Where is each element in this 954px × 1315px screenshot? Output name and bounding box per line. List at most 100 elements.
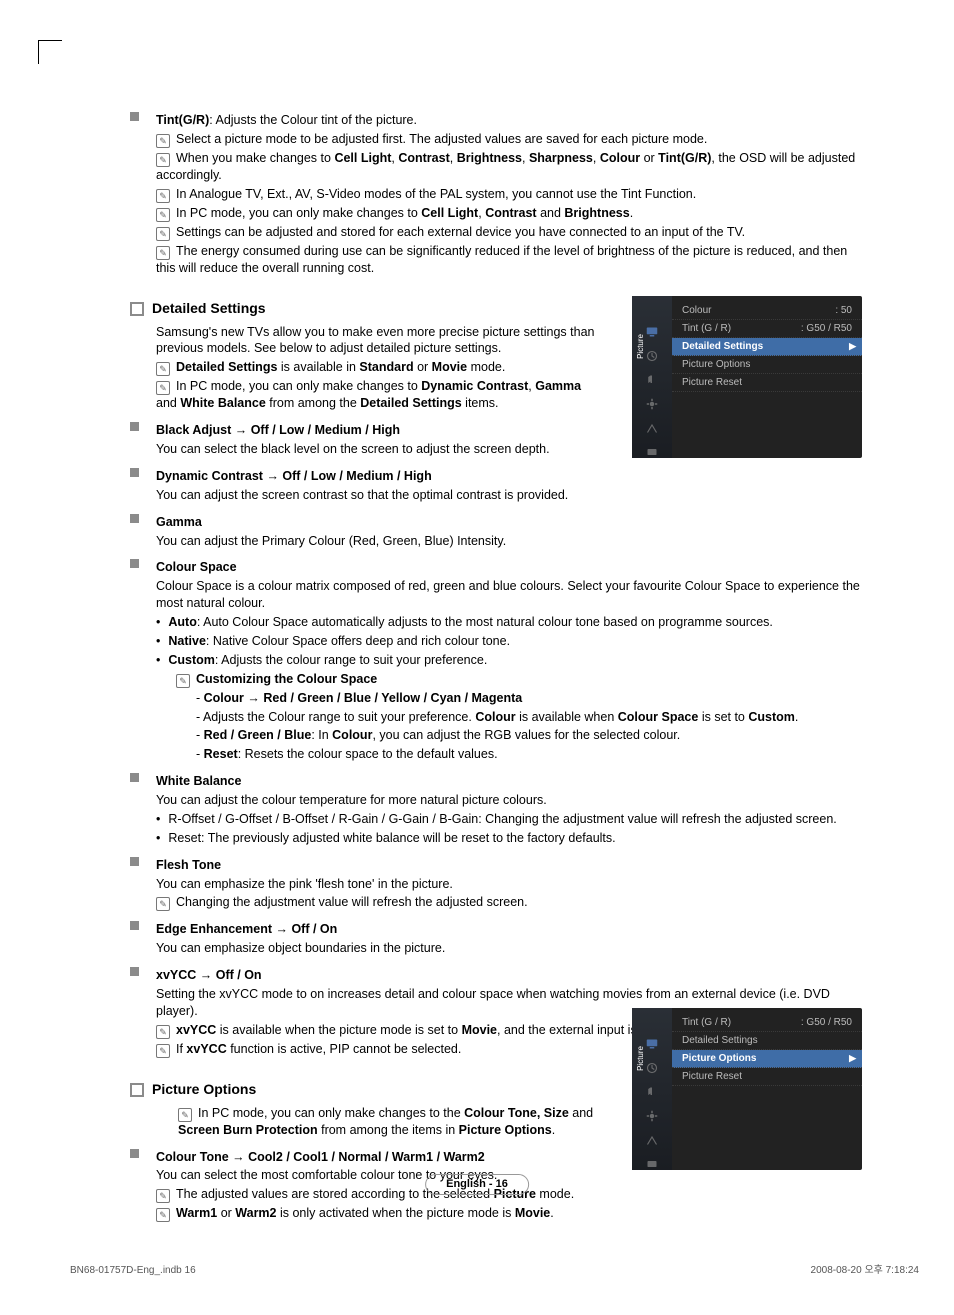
note: ✎When you make changes to Cell Light, Co… (156, 150, 864, 184)
section-bullet-icon (130, 302, 144, 316)
note: ✎In Analogue TV, Ext., AV, S-Video modes… (156, 186, 864, 203)
page: Tint(G/R): Adjusts the Colour tint of th… (0, 0, 954, 1315)
footer-timestamp: 2008-08-20 오후 7:18:24 (811, 1264, 919, 1278)
osd-sidebar: Picture (632, 296, 672, 458)
osd-item-tint: Tint (G / R): G50 / R50 (672, 1014, 862, 1032)
osd-item-detailed-settings[interactable]: Detailed Settings (672, 338, 862, 356)
cs-d2: Adjusts the Colour range to suit your pr… (196, 709, 864, 726)
cs-native: Native: Native Colour Space offers deep … (156, 633, 864, 650)
gamma-title: Gamma (156, 514, 864, 531)
antenna-icon (645, 422, 659, 434)
square-bullet-icon (130, 921, 139, 930)
detailed-intro: Samsung's new TVs allow you to make even… (156, 324, 596, 358)
note: ✎In PC mode, you can only make changes t… (178, 1105, 618, 1139)
note-icon (645, 1086, 659, 1098)
gear-icon (645, 398, 659, 410)
cs-custom: Custom: Adjusts the colour range to suit… (156, 652, 864, 669)
edge-title: Edge Enhancement → Off / On (156, 921, 864, 938)
cs-auto: Auto: Auto Colour Space automatically ad… (156, 614, 864, 631)
osd-item-picture-options[interactable]: Picture Options (672, 1050, 862, 1068)
note-icon: ✎ (156, 246, 170, 260)
square-bullet-icon (130, 773, 139, 782)
cs-d1: Colour → Red / Green / Blue / Yellow / C… (196, 690, 864, 707)
square-bullet-icon (130, 422, 139, 431)
note: ✎Changing the adjustment value will refr… (156, 894, 864, 911)
note: ✎In PC mode, you can only make changes t… (156, 378, 596, 412)
osd-menu-picture-options: Picture Tint (G / R): G50 / R50 Detailed… (632, 1008, 862, 1170)
flesh-tone-desc: You can emphasize the pink 'flesh tone' … (156, 876, 864, 893)
note-icon: ✎ (178, 1108, 192, 1122)
square-bullet-icon (130, 967, 139, 976)
note-icon: ✎ (156, 189, 170, 203)
gear-icon (645, 1110, 659, 1122)
white-balance-title: White Balance (156, 773, 864, 790)
note-icon: ✎ (176, 674, 190, 688)
white-balance-desc: You can adjust the colour temperature fo… (156, 792, 864, 809)
osd-item-picture-reset: Picture Reset (672, 374, 862, 392)
wb-b1: R-Offset / G-Offset / B-Offset / R-Gain … (156, 811, 864, 828)
osd-item-picture-options: Picture Options (672, 356, 862, 374)
note-icon: ✎ (156, 208, 170, 222)
note-icon: ✎ (156, 134, 170, 148)
clock-icon (645, 1062, 659, 1074)
monitor-icon (645, 1038, 659, 1050)
tint-title: Tint(G/R): Adjusts the Colour tint of th… (156, 112, 864, 129)
crop-mark-icon (38, 40, 62, 64)
square-bullet-icon (130, 559, 139, 568)
monitor-icon (645, 326, 659, 338)
note: ✎Settings can be adjusted and stored for… (156, 224, 864, 241)
cs-d3: Red / Green / Blue: In Colour, you can a… (196, 727, 864, 744)
colour-space-title: Colour Space (156, 559, 864, 576)
note-icon: ✎ (156, 362, 170, 376)
dynamic-contrast-desc: You can adjust the screen contrast so th… (156, 487, 864, 504)
xvycc-title: xvYCC → Off / On (156, 967, 864, 984)
dynamic-contrast-title: Dynamic Contrast → Off / Low / Medium / … (156, 468, 864, 485)
section-white-balance: White Balance You can adjust the colour … (130, 771, 864, 849)
note-icon: ✎ (156, 153, 170, 167)
antenna-icon (645, 1134, 659, 1146)
note-icon: ✎ (156, 381, 170, 395)
note-icon: ✎ (156, 1044, 170, 1058)
note-icon: ✎ (156, 1189, 170, 1203)
cs-d4: Reset: Resets the colour space to the de… (196, 746, 864, 763)
card-icon (645, 1158, 659, 1170)
note-icon (645, 374, 659, 386)
section-dynamic-contrast: Dynamic Contrast → Off / Low / Medium / … (130, 466, 864, 506)
note-icon: ✎ (156, 227, 170, 241)
colour-space-desc: Colour Space is a colour matrix composed… (156, 578, 864, 612)
note: ✎Select a picture mode to be adjusted fi… (156, 131, 864, 148)
note-icon: ✎ (156, 897, 170, 911)
detailed-settings-heading: Detailed Settings (152, 300, 266, 316)
osd-menu-detailed-settings: Picture Colour: 50 Tint (G / R): G50 / R… (632, 296, 862, 458)
note: ✎The energy consumed during use can be s… (156, 243, 864, 277)
note: ✎In PC mode, you can only make changes t… (156, 205, 864, 222)
square-bullet-icon (130, 1149, 139, 1158)
section-flesh-tone: Flesh Tone You can emphasize the pink 'f… (130, 855, 864, 914)
square-bullet-icon (130, 857, 139, 866)
card-icon (645, 446, 659, 458)
osd-item-picture-reset: Picture Reset (672, 1068, 862, 1086)
osd-item-colour: Colour: 50 (672, 302, 862, 320)
flesh-tone-title: Flesh Tone (156, 857, 864, 874)
clock-icon (645, 350, 659, 362)
picture-options-heading: Picture Options (152, 1081, 256, 1097)
footer-file: BN68-01757D-Eng_.indb 16 (70, 1264, 196, 1278)
section-tint: Tint(G/R): Adjusts the Colour tint of th… (130, 110, 864, 279)
section-edge-enhancement: Edge Enhancement → Off / On You can emph… (130, 919, 864, 959)
osd-item-detailed-settings: Detailed Settings (672, 1032, 862, 1050)
section-bullet-icon (130, 1083, 144, 1097)
osd-item-tint: Tint (G / R): G50 / R50 (672, 320, 862, 338)
wb-b2: Reset: The previously adjusted white bal… (156, 830, 864, 847)
edge-desc: You can emphasize object boundaries in t… (156, 940, 864, 957)
square-bullet-icon (130, 112, 139, 121)
osd-sidebar: Picture (632, 1008, 672, 1170)
note-icon: ✎ (156, 1025, 170, 1039)
square-bullet-icon (130, 514, 139, 523)
gamma-desc: You can adjust the Primary Colour (Red, … (156, 533, 864, 550)
square-bullet-icon (130, 468, 139, 477)
note: ✎Warm1 or Warm2 is only activated when t… (156, 1205, 864, 1222)
page-number: English - 16 (425, 1174, 529, 1195)
note-icon: ✎ (156, 1208, 170, 1222)
note: ✎Customizing the Colour Space (176, 671, 864, 688)
section-colour-space: Colour Space Colour Space is a colour ma… (130, 557, 864, 765)
